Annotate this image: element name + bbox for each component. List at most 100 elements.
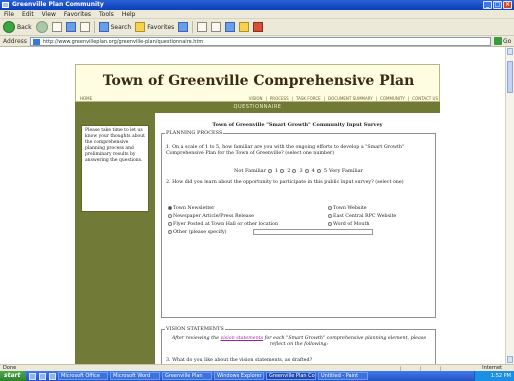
question-2: 2. How did you learn about the opportuni…	[166, 180, 404, 185]
option-ecrpc-website[interactable]: East Central RPC Website	[328, 213, 396, 220]
minimize-button[interactable]: _	[483, 1, 492, 9]
scale-left-label: Not Familiar	[234, 168, 267, 174]
task-button-active[interactable]: Greenville Plan Com...	[266, 372, 316, 380]
task-button[interactable]: Microsoft Word	[110, 372, 160, 380]
site-title: Town of Greenville Comprehensive Plan	[102, 73, 415, 89]
scale-value-5: 5	[323, 168, 327, 174]
folder-icon[interactable]	[239, 22, 250, 32]
favorites-label: Favorites	[147, 23, 175, 31]
menu-favorites[interactable]: Favorites	[64, 10, 91, 18]
start-button[interactable]: start	[0, 371, 26, 381]
scale-value-4: 4	[311, 168, 315, 174]
vertical-scrollbar[interactable]	[505, 47, 514, 364]
messenger-icon[interactable]	[253, 22, 264, 32]
forward-arrow-icon	[35, 21, 48, 33]
back-button[interactable]: Back	[3, 21, 32, 34]
option-label: Other (please specify)	[173, 230, 227, 235]
other-specify-input[interactable]	[253, 229, 373, 235]
page-viewport: Town of Greenville Comprehensive Plan HO…	[0, 47, 505, 364]
task-button[interactable]: Greenville Plan	[162, 372, 212, 380]
instr-pre: After reviewing the	[171, 336, 219, 341]
search-icon	[98, 22, 109, 32]
menu-view[interactable]: View	[42, 10, 56, 18]
task-button[interactable]: Microsoft Office	[58, 372, 108, 380]
task-button[interactable]: Windows Explorer	[214, 372, 264, 380]
mail-icon[interactable]	[197, 22, 208, 32]
menu-file[interactable]: File	[4, 10, 14, 18]
question-3: 3. What do you like about the vision sta…	[166, 358, 313, 363]
menu-help[interactable]: Help	[122, 10, 136, 18]
option-label: Town Newsletter	[173, 206, 215, 211]
option-newspaper[interactable]: Newspaper Article/Press Release	[168, 213, 254, 220]
toolbar-separator	[93, 21, 95, 33]
quick-launch-ie-icon[interactable]	[29, 372, 36, 380]
radio-newspaper[interactable]	[168, 213, 172, 218]
print-icon[interactable]	[211, 22, 222, 32]
media-icon[interactable]	[178, 22, 189, 32]
favorites-button[interactable]: Favorites	[135, 21, 174, 34]
scale-value-1: 1	[275, 168, 279, 174]
page-container: Town of Greenville Comprehensive Plan HO…	[75, 47, 440, 364]
option-town-website[interactable]: Town Website	[328, 205, 367, 212]
window-title-bar: Greenville Plan Community _ □ ×	[0, 0, 514, 10]
vision-instructions: After reviewing the vision statements fo…	[166, 336, 432, 348]
option-flyer[interactable]: Flyer Posted at Town Hall or other locat…	[168, 221, 278, 228]
scale-radio-5[interactable]	[316, 169, 321, 173]
quick-launch-media-icon[interactable]	[49, 372, 56, 380]
scale-radio-1[interactable]	[268, 169, 273, 173]
scale-radio-4[interactable]	[304, 169, 309, 173]
go-label: Go	[503, 37, 512, 45]
menu-tools[interactable]: Tools	[99, 10, 114, 18]
scale-value-2: 2	[287, 168, 291, 174]
edit-icon[interactable]	[225, 22, 236, 32]
questionnaire-band: QUESTIONNAIRE	[75, 102, 440, 113]
search-button[interactable]: Search	[98, 21, 131, 34]
quick-launch-desktop-icon[interactable]	[39, 372, 46, 380]
task-button[interactable]: Untitled - Paint	[318, 372, 368, 380]
menu-bar: File Edit View Favorites Tools Help	[0, 10, 514, 19]
scroll-thumb[interactable]	[507, 61, 513, 93]
scale-right-label: Very Familiar	[329, 168, 363, 174]
stop-icon[interactable]	[51, 22, 62, 32]
option-label: Town Website	[333, 206, 367, 211]
radio-flyer[interactable]	[168, 221, 172, 226]
forward-button[interactable]	[35, 21, 48, 34]
go-arrow-icon	[494, 37, 502, 45]
maximize-button[interactable]: □	[493, 1, 502, 9]
vision-statements-legend: VISION STATEMENTS	[165, 326, 225, 332]
go-button[interactable]: Go	[494, 37, 514, 46]
scale-radio-2[interactable]	[280, 169, 285, 173]
radio-town-website[interactable]	[328, 205, 332, 210]
address-url: http://www.greenvilleplan.org/greenville…	[42, 38, 204, 45]
close-button[interactable]: ×	[503, 1, 512, 9]
familiarity-scale: Not Familiar 1 2 3 4 5 Very Familiar	[162, 168, 435, 174]
browser-toolbar: Back Search Favorites	[0, 19, 514, 36]
scroll-down-arrow-icon[interactable]	[507, 356, 513, 363]
address-input[interactable]: http://www.greenvilleplan.org/greenville…	[29, 36, 491, 46]
scale-radio-3[interactable]	[292, 169, 297, 173]
radio-word-of-mouth[interactable]	[328, 221, 332, 226]
refresh-icon[interactable]	[65, 22, 76, 32]
option-label: Newspaper Article/Press Release	[173, 214, 254, 219]
instructions-note: Please take time to let us know your tho…	[81, 125, 149, 212]
left-sidebar: Please take time to let us know your tho…	[75, 113, 155, 364]
windows-taskbar: start Microsoft Office Microsoft Word Gr…	[0, 371, 514, 381]
site-header: Town of Greenville Comprehensive Plan HO…	[75, 64, 440, 102]
planning-process-legend: PLANNING PROCESS	[165, 130, 224, 136]
address-bar: Address http://www.greenvilleplan.org/gr…	[0, 36, 514, 47]
menu-edit[interactable]: Edit	[22, 10, 34, 18]
window-title: Greenville Plan Community	[12, 1, 104, 8]
radio-ecrpc-website[interactable]	[328, 213, 332, 218]
window-controls: _ □ ×	[483, 1, 512, 9]
vision-statements-link[interactable]: vision statements	[220, 336, 263, 341]
scroll-up-arrow-icon[interactable]	[507, 48, 513, 55]
option-other[interactable]: Other (please specify)	[168, 229, 430, 236]
option-label: East Central RPC Website	[333, 214, 397, 219]
option-word-of-mouth[interactable]: Word of Mouth	[328, 221, 369, 228]
toolbar-separator	[192, 21, 194, 33]
option-town-newsletter[interactable]: Town Newsletter	[168, 205, 214, 212]
radio-town-newsletter[interactable]	[168, 205, 172, 210]
home-icon[interactable]	[79, 22, 90, 32]
radio-other[interactable]	[168, 229, 172, 234]
question-1: 1. On a scale of 1 to 5, how familiar ar…	[166, 145, 405, 156]
